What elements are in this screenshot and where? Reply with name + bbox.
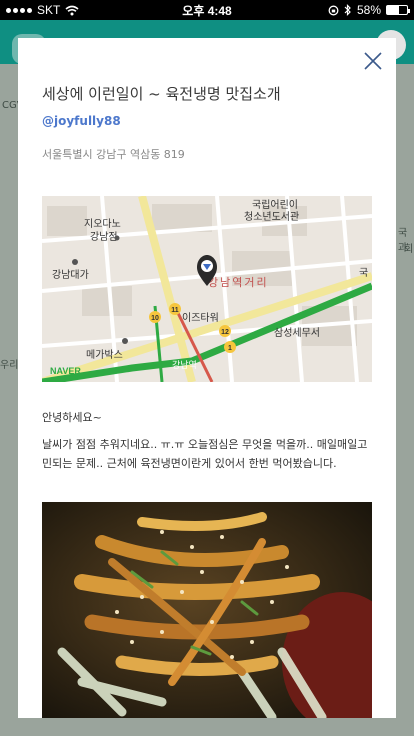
background-label: 회 <box>404 244 414 255</box>
battery-percent: 58% <box>356 3 381 17</box>
status-time: 오후 4:48 <box>182 3 232 18</box>
bluetooth-icon <box>344 4 351 16</box>
map-label-library-2: 청소년도서관 <box>244 211 299 223</box>
post-modal: 세상에 이런일이 ~ 육전냉명 맛집소개 @joyfully88 서울특별시 강… <box>18 38 396 718</box>
map-label-e-tower: 이즈타워 <box>182 311 219 324</box>
map-label-gangnam-crossroad: 강남역거리 <box>208 276 269 289</box>
map-label-megabox: 메가박스 <box>86 349 123 361</box>
post-title: 세상에 이런일이 ~ 육전냉명 맛집소개 <box>42 85 281 103</box>
map-label-ziodano-sub: 강남점 <box>90 231 118 243</box>
status-bar: SKT 오후 4:48 58% <box>0 0 414 20</box>
food-photo <box>42 502 372 718</box>
map-label-samsung-tax: 삼성세무서 <box>274 327 320 339</box>
background-label: 우리 <box>0 360 19 371</box>
signal-icon <box>6 7 32 13</box>
post-greeting: 안녕하세요~ <box>42 411 102 424</box>
author-link[interactable]: @joyfully88 <box>42 114 121 128</box>
rotation-lock-icon <box>328 5 339 15</box>
map-label-gangnam-station: 강남역 <box>172 360 197 371</box>
map-label-library-1: 국립어린이 <box>252 198 298 211</box>
map-badge: 12 <box>221 329 229 336</box>
wifi-icon <box>65 5 79 15</box>
map-badge: 11 <box>171 307 179 314</box>
location-map[interactable]: 10 11 12 1 국립어린이 청소년도서관 지오다노 강남점 강남대가 이즈… <box>42 196 372 382</box>
battery-icon <box>386 5 410 15</box>
close-icon[interactable] <box>360 48 386 74</box>
carrier-label: SKT <box>37 3 61 17</box>
map-badge: 10 <box>151 315 159 322</box>
map-badge: 1 <box>228 345 232 352</box>
map-label-ziodano: 지오다노 <box>84 218 121 230</box>
naver-logo: NAVER <box>50 366 81 376</box>
post-body: 날씨가 점점 추워지네요.. ㅠ.ㅠ 오늘점심은 무엇을 먹을까.. 매일매일고… <box>42 438 368 470</box>
post-address: 서울특별시 강남구 역삼동 819 <box>42 148 185 161</box>
map-label-gangnam-daega: 강남대가 <box>52 269 89 281</box>
map-label-edge: 국 <box>359 267 368 279</box>
